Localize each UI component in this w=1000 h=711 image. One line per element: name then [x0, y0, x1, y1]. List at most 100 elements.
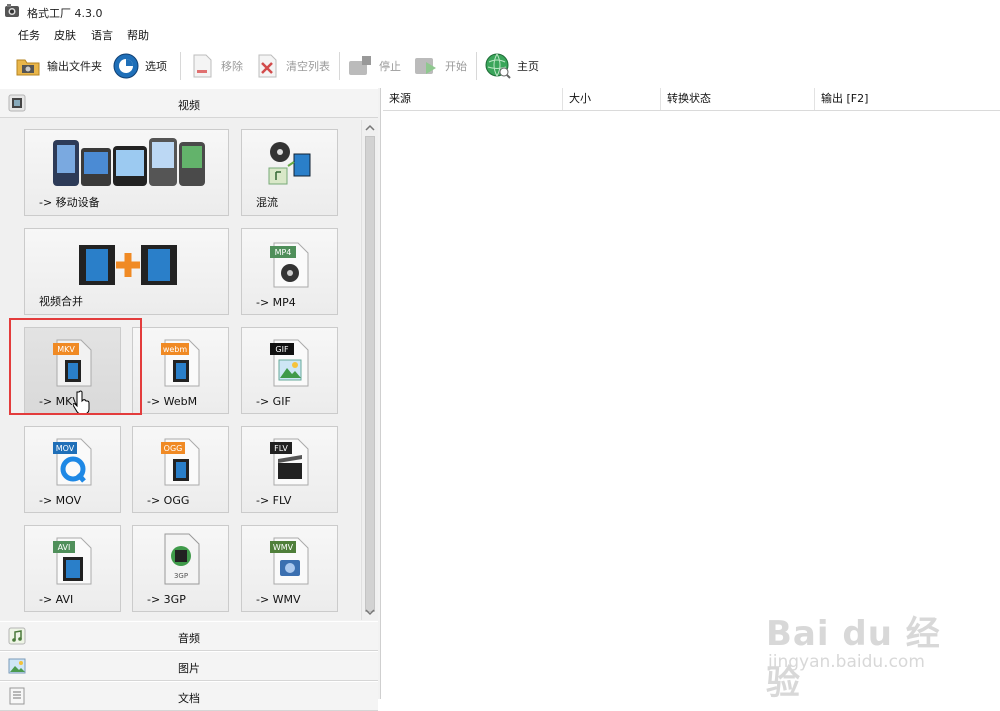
wmv-badge: WMV: [273, 543, 294, 552]
category-document-label: 文档: [178, 692, 200, 705]
mux-icon: [268, 142, 311, 185]
tile-video-join-label: 视频合并: [39, 295, 83, 308]
ogg-file-icon: OGG: [161, 438, 200, 486]
gif-badge: GIF: [275, 345, 289, 354]
home-label: 主页: [517, 60, 539, 73]
tile-mov[interactable]: MOV -> MOV: [24, 426, 121, 513]
category-panel: 视频 -> 移动设备 混流 视频合并 MP4 -> MP4 MKV -> MKV…: [0, 88, 381, 711]
flv-badge: FLV: [274, 444, 288, 453]
globe-icon: [485, 53, 511, 79]
remove-label: 移除: [221, 60, 243, 73]
clear-list-button[interactable]: 清空列表: [253, 50, 330, 82]
scroll-up-icon[interactable]: [362, 121, 378, 135]
folder-icon: [16, 59, 40, 76]
tile-video-join[interactable]: 视频合并: [24, 228, 229, 315]
ogg-badge: OGG: [164, 444, 183, 453]
tile-mov-label: -> MOV: [39, 494, 82, 507]
tile-wmv[interactable]: WMV -> WMV: [241, 525, 338, 612]
avi-file-icon: AVI: [53, 537, 92, 585]
window-title: 格式工厂 4.3.0: [27, 7, 103, 20]
remove-button[interactable]: 移除: [188, 50, 243, 82]
tile-ogg-label: -> OGG: [147, 494, 190, 507]
home-button[interactable]: 主页: [484, 50, 539, 82]
tile-3gp-label: -> 3GP: [147, 593, 186, 606]
menu-task[interactable]: 任务: [18, 27, 40, 43]
category-video-header[interactable]: 视频: [0, 88, 378, 118]
tile-gif[interactable]: GIF -> GIF: [241, 327, 338, 414]
mkv-badge: MKV: [57, 345, 75, 354]
video-join-icon: [79, 245, 177, 285]
category-picture-label: 图片: [178, 662, 200, 675]
output-folder-button[interactable]: 输出文件夹: [14, 50, 102, 82]
stop-icon: [349, 56, 371, 75]
hand-cursor-icon: [73, 390, 90, 414]
tile-mobile-device[interactable]: -> 移动设备: [24, 129, 229, 216]
tile-wmv-label: -> WMV: [256, 593, 301, 606]
title-bar: 格式工厂 4.3.0: [0, 0, 1000, 24]
category-picture-header[interactable]: 图片: [0, 651, 378, 681]
column-source[interactable]: 来源: [383, 88, 563, 110]
category-video-label: 视频: [178, 99, 200, 112]
avi-badge: AVI: [58, 543, 71, 552]
category-audio-label: 音频: [178, 632, 200, 645]
start-icon: [415, 58, 436, 74]
webm-badge: webm: [163, 345, 188, 354]
tile-mux[interactable]: 混流: [241, 129, 338, 216]
menu-skin[interactable]: 皮肤: [54, 27, 76, 43]
tile-mp4-label: -> MP4: [256, 296, 296, 309]
tile-avi-label: -> AVI: [39, 593, 74, 606]
options-icon: [113, 53, 139, 79]
menu-bar: 任务 皮肤 语言 帮助: [0, 24, 1000, 46]
tile-ogg[interactable]: OGG -> OGG: [132, 426, 229, 513]
menu-help[interactable]: 帮助: [127, 27, 149, 43]
tile-flv[interactable]: FLV -> FLV: [241, 426, 338, 513]
flv-file-icon: FLV: [270, 438, 309, 486]
app-icon: [5, 4, 19, 17]
watermark-url: jingyan.baidu.com: [768, 652, 925, 672]
tile-flv-label: -> FLV: [256, 494, 292, 507]
stop-button[interactable]: 停止: [346, 50, 401, 82]
category-document-header[interactable]: 文档: [0, 681, 378, 711]
file-list-header: 来源 大小 转换状态 输出 [F2]: [383, 88, 1000, 111]
output-folder-label: 输出文件夹: [47, 60, 102, 73]
remove-icon: [193, 54, 212, 78]
tile-webm-label: -> WebM: [147, 395, 198, 408]
mkv-file-icon: MKV: [53, 339, 92, 387]
mov-badge: MOV: [56, 444, 75, 453]
mp4-badge: MP4: [275, 248, 292, 257]
column-output[interactable]: 输出 [F2]: [815, 88, 1000, 110]
mobile-devices-icon: [53, 138, 205, 186]
webm-file-icon: webm: [161, 339, 200, 387]
tile-scrollbar[interactable]: [361, 120, 378, 620]
3gp-file-icon: 3GP: [164, 533, 200, 585]
tile-mux-label: 混流: [256, 196, 278, 209]
options-label: 选项: [145, 60, 167, 73]
options-button[interactable]: 选项: [112, 50, 167, 82]
tile-3gp[interactable]: 3GP -> 3GP: [132, 525, 229, 612]
menu-language[interactable]: 语言: [91, 27, 113, 43]
mp4-file-icon: MP4: [270, 242, 309, 288]
tile-avi[interactable]: AVI -> AVI: [24, 525, 121, 612]
category-audio-header[interactable]: 音频: [0, 621, 378, 651]
tile-mp4[interactable]: MP4 -> MP4: [241, 228, 338, 315]
stop-label: 停止: [379, 60, 401, 73]
clear-list-label: 清空列表: [286, 60, 330, 73]
tile-mobile-device-label: -> 移动设备: [39, 196, 100, 209]
baidu-watermark: Bai du 经验 jingyan.baidu.com: [760, 590, 960, 703]
tile-gif-label: -> GIF: [256, 395, 291, 408]
column-size[interactable]: 大小: [563, 88, 661, 110]
3gp-badge: 3GP: [174, 572, 188, 580]
clear-list-icon: [258, 54, 277, 78]
format-tile-grid: -> 移动设备 混流 视频合并 MP4 -> MP4 MKV -> MKV we…: [0, 118, 360, 620]
start-label: 开始: [445, 60, 467, 73]
column-status[interactable]: 转换状态: [661, 88, 815, 110]
toolbar: 输出文件夹 选项 移除 清空列表 停止 开始 主页: [0, 46, 1000, 86]
scroll-down-icon[interactable]: [362, 605, 378, 619]
tile-webm[interactable]: webm -> WebM: [132, 327, 229, 414]
start-button[interactable]: 开始: [412, 50, 467, 82]
gif-file-icon: GIF: [270, 339, 309, 387]
wmv-file-icon: WMV: [270, 537, 309, 585]
scroll-thumb[interactable]: [365, 136, 375, 612]
mov-file-icon: MOV: [53, 438, 92, 486]
tile-mkv[interactable]: MKV -> MKV: [24, 327, 121, 414]
